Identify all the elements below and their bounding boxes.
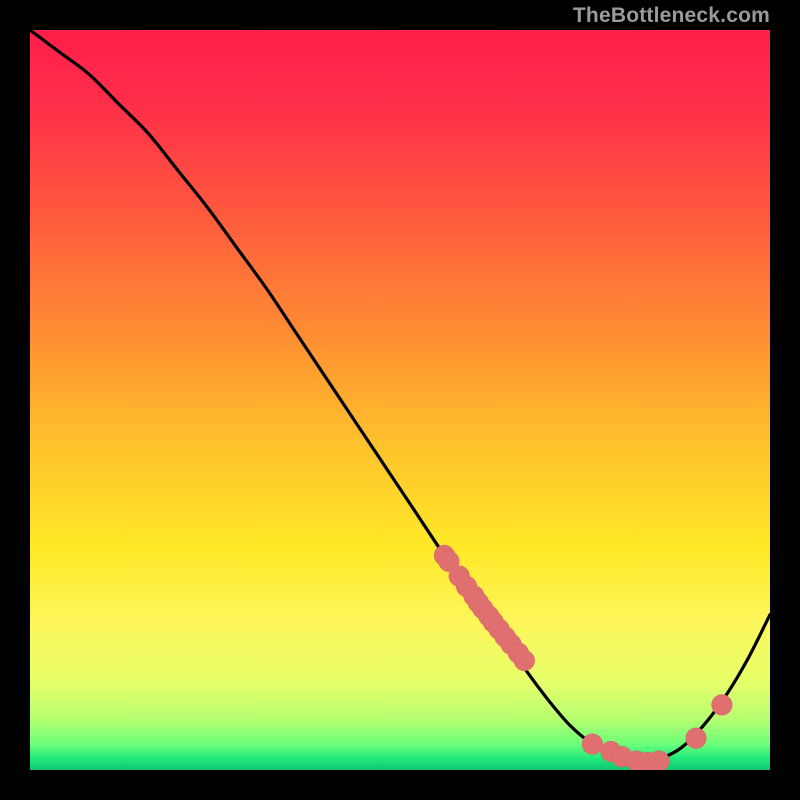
- marker-point: [514, 650, 535, 671]
- chart-frame: [30, 30, 770, 770]
- marker-point: [712, 695, 733, 716]
- bottleneck-chart: [30, 30, 770, 770]
- marker-point: [686, 728, 707, 749]
- watermark-text: TheBottleneck.com: [573, 4, 770, 28]
- gradient-background: [30, 30, 770, 770]
- marker-point: [649, 751, 670, 770]
- marker-point: [582, 734, 603, 755]
